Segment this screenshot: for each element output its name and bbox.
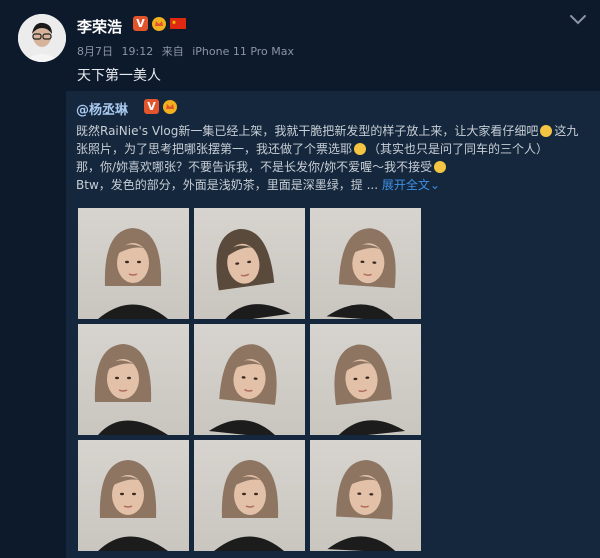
portrait-image (334, 344, 406, 435)
portrait-image (214, 460, 284, 551)
photo-7[interactable] (78, 440, 189, 551)
post-text: 天下第一美人 (77, 68, 161, 84)
post-time[interactable]: 19:12 (122, 45, 154, 58)
verified-badge[interactable]: V (144, 99, 159, 114)
portrait-image (94, 344, 168, 435)
photo-3[interactable] (310, 208, 421, 319)
author-badges: V (133, 16, 186, 31)
photo-8[interactable] (194, 440, 305, 551)
grin-emoji-icon (354, 143, 367, 155)
repost-line-2: 那，你/妳喜欢哪张？不要告诉我，不是长发你/妳不爱喔～我不接受 (76, 160, 433, 174)
repost-line-1-end: （其实也只是问了同车的三个人） (368, 142, 549, 156)
photo-2[interactable] (194, 208, 305, 319)
chevron-down-icon[interactable] (568, 12, 588, 26)
portrait-image (98, 228, 168, 319)
post-meta: 8月7日 19:12 来自 iPhone 11 Pro Max (77, 43, 299, 59)
source-prefix: 来自 (161, 45, 184, 58)
expand-chevron-icon: ⌄ (429, 178, 440, 192)
crown-icon[interactable] (162, 99, 178, 114)
portrait-image (326, 228, 397, 319)
repost-paragraph-3: Btw，发色的部分，外面是浅奶茶，里面是深墨绿，提 ... 展开全文⌄ (76, 176, 584, 194)
expand-full-text-link[interactable]: 展开全文⌄ (382, 178, 440, 192)
repost-text: 既然RaiNie's Vlog新一集已经上架，我就干脆把新发型的样子放上来，让大… (76, 122, 584, 194)
author-avatar[interactable] (18, 14, 66, 62)
repost-author[interactable]: @杨丞琳 (76, 99, 128, 118)
portrait-image (208, 344, 279, 435)
verified-badge[interactable]: V (133, 16, 148, 31)
repost-paragraph-1: 既然RaiNie's Vlog新一集已经上架，我就干脆把新发型的样子放上来，让大… (76, 122, 584, 158)
weibo-post: 李荣浩 V 8月7日 19:12 来自 iPhone 11 Pro Max 天下… (0, 0, 600, 558)
crown-icon[interactable] (151, 16, 167, 31)
repost-line-3: Btw，发色的部分，外面是浅奶茶，里面是深墨绿，提 ... (76, 178, 379, 192)
repost-author-badges: V (144, 99, 178, 114)
photo-grid (78, 208, 421, 551)
repost-paragraph-2: 那，你/妳喜欢哪张？不要告诉我，不是长发你/妳不爱喔～我不接受 (76, 158, 584, 176)
portrait-image (327, 460, 398, 551)
photo-1[interactable] (78, 208, 189, 319)
portrait-image (98, 460, 168, 551)
wink-emoji-icon (434, 161, 447, 173)
author-name[interactable]: 李荣浩 (77, 16, 122, 37)
portrait-image (216, 229, 291, 319)
smile-emoji-icon (540, 125, 553, 137)
photo-9[interactable] (310, 440, 421, 551)
post-date[interactable]: 8月7日 (77, 45, 113, 58)
repost-line-1: 既然RaiNie's Vlog新一集已经上架，我就干脆把新发型的样子放上来，让大… (76, 124, 539, 138)
photo-4[interactable] (78, 324, 189, 435)
source-device[interactable]: iPhone 11 Pro Max (192, 45, 294, 58)
photo-6[interactable] (310, 324, 421, 435)
photo-5[interactable] (194, 324, 305, 435)
reposted-card: @杨丞琳 V 既然RaiNie's Vlog新一集已经上架，我就干脆把新发型的样… (66, 91, 600, 558)
china-flag-icon (170, 18, 186, 29)
expand-label: 展开全文 (381, 178, 430, 192)
